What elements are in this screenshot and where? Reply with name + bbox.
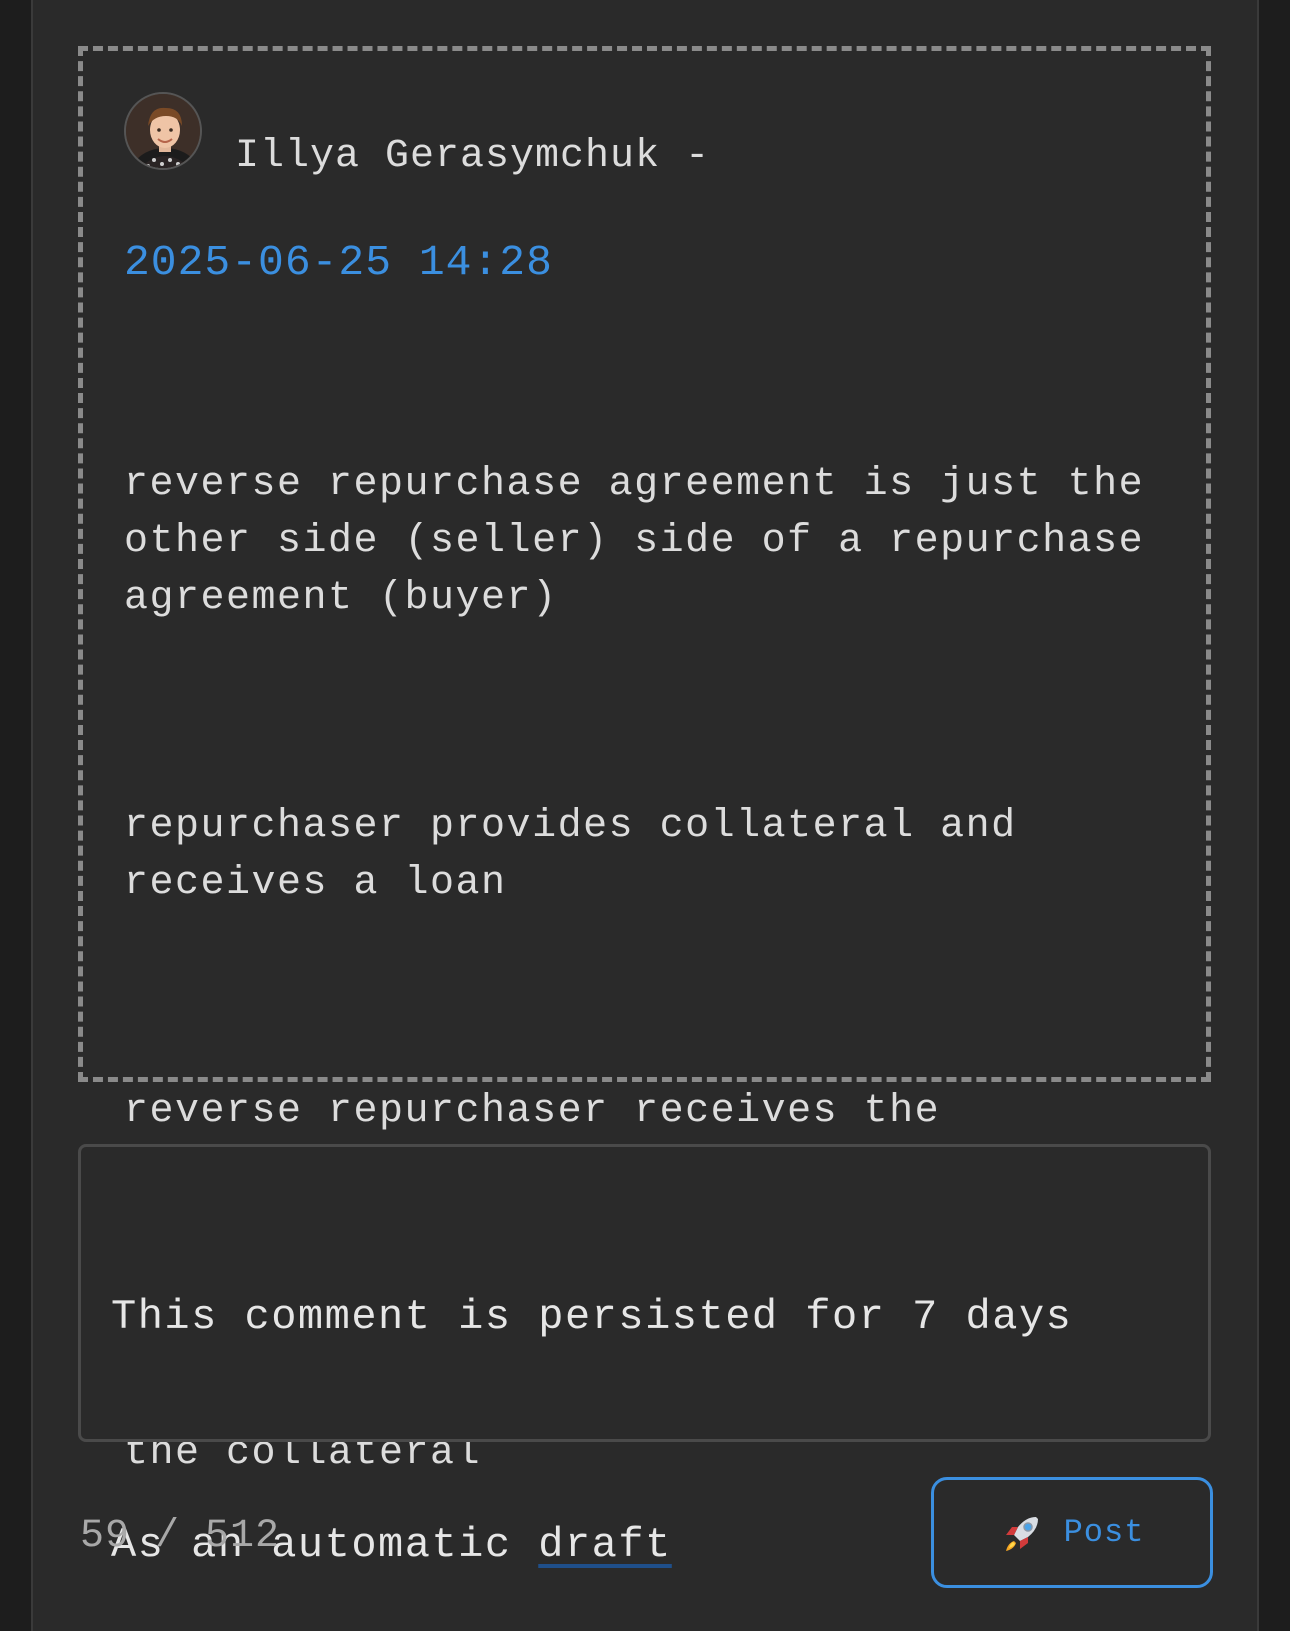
comment-timestamp-link[interactable]: 2025-06-25 14:28 (124, 238, 553, 288)
character-counter: 59 / 512 (80, 1514, 281, 1559)
rocket-icon (1000, 1511, 1044, 1555)
textarea-line: This comment is persisted for 7 days (111, 1293, 1073, 1341)
post-button-label: Post (1063, 1514, 1145, 1551)
post-button[interactable]: Post (931, 1477, 1213, 1588)
avatar (124, 92, 202, 170)
author-name: Illya Gerasymchuk - (235, 134, 711, 179)
comment-paragraph: reverse repurchase agreement is just the… (124, 462, 1170, 621)
comment-paragraph: repurchaser provides collateral and rece… (124, 804, 1043, 906)
comment-textarea[interactable]: This comment is persisted for 7 days As … (78, 1144, 1211, 1569)
misspelled-word[interactable]: draft (538, 1521, 672, 1569)
